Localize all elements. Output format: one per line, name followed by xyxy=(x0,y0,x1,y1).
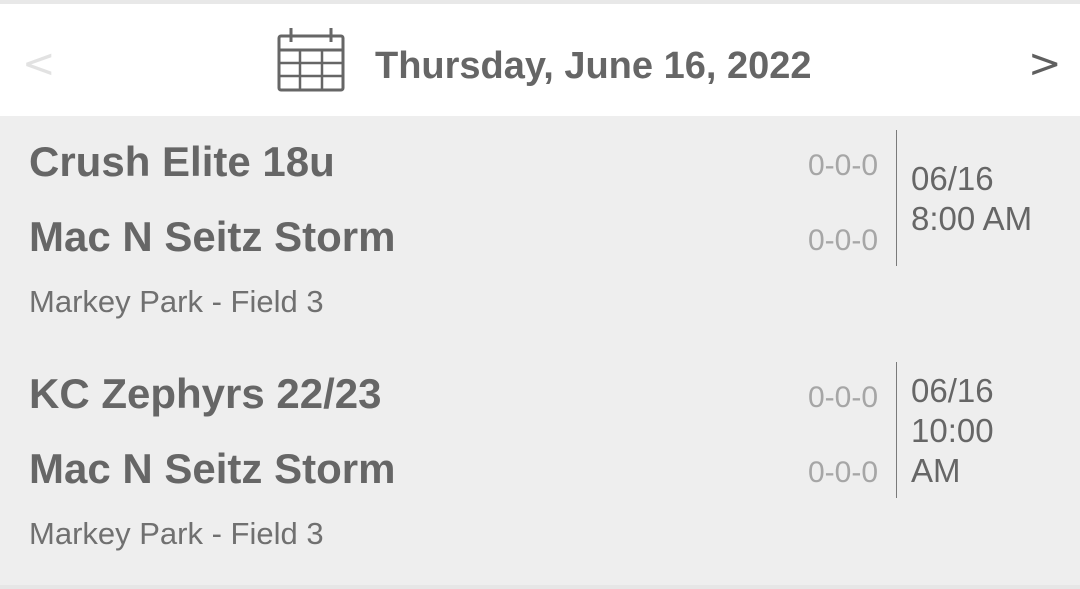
team-1-name: KC Zephyrs 22/23 xyxy=(29,370,382,417)
game-time: 10:00 AM xyxy=(911,412,994,489)
game-list: Crush Elite 18u 0-0-0 Mac N Seitz Storm … xyxy=(0,116,1080,589)
calendar-icon[interactable] xyxy=(277,26,345,94)
venue: Markey Park - Field 3 xyxy=(29,516,324,551)
game-date: 06/16 xyxy=(911,160,994,197)
date-header: < Thursday, June 16, 2022 > xyxy=(0,4,1080,116)
game-card[interactable]: KC Zephyrs 22/23 0-0-0 Mac N Seitz Storm… xyxy=(0,348,1080,580)
divider xyxy=(896,362,897,498)
bottom-border xyxy=(0,585,1080,589)
game-time: 8:00 AM xyxy=(911,200,1033,237)
venue: Markey Park - Field 3 xyxy=(29,284,324,319)
team-1-record: 0-0-0 xyxy=(808,381,879,414)
previous-day-button[interactable]: < xyxy=(22,36,56,92)
team-2-record: 0-0-0 xyxy=(808,224,879,257)
game-card[interactable]: Crush Elite 18u 0-0-0 Mac N Seitz Storm … xyxy=(0,116,1080,348)
team-1-name: Crush Elite 18u xyxy=(29,138,335,185)
team-1-record: 0-0-0 xyxy=(808,149,879,182)
next-day-button[interactable]: > xyxy=(1028,36,1062,92)
team-2-name: Mac N Seitz Storm xyxy=(29,445,396,492)
game-date: 06/16 xyxy=(911,372,994,409)
date-title: Thursday, June 16, 2022 xyxy=(375,45,812,87)
team-2-record: 0-0-0 xyxy=(808,456,879,489)
divider xyxy=(896,130,897,266)
team-2-name: Mac N Seitz Storm xyxy=(29,213,396,260)
